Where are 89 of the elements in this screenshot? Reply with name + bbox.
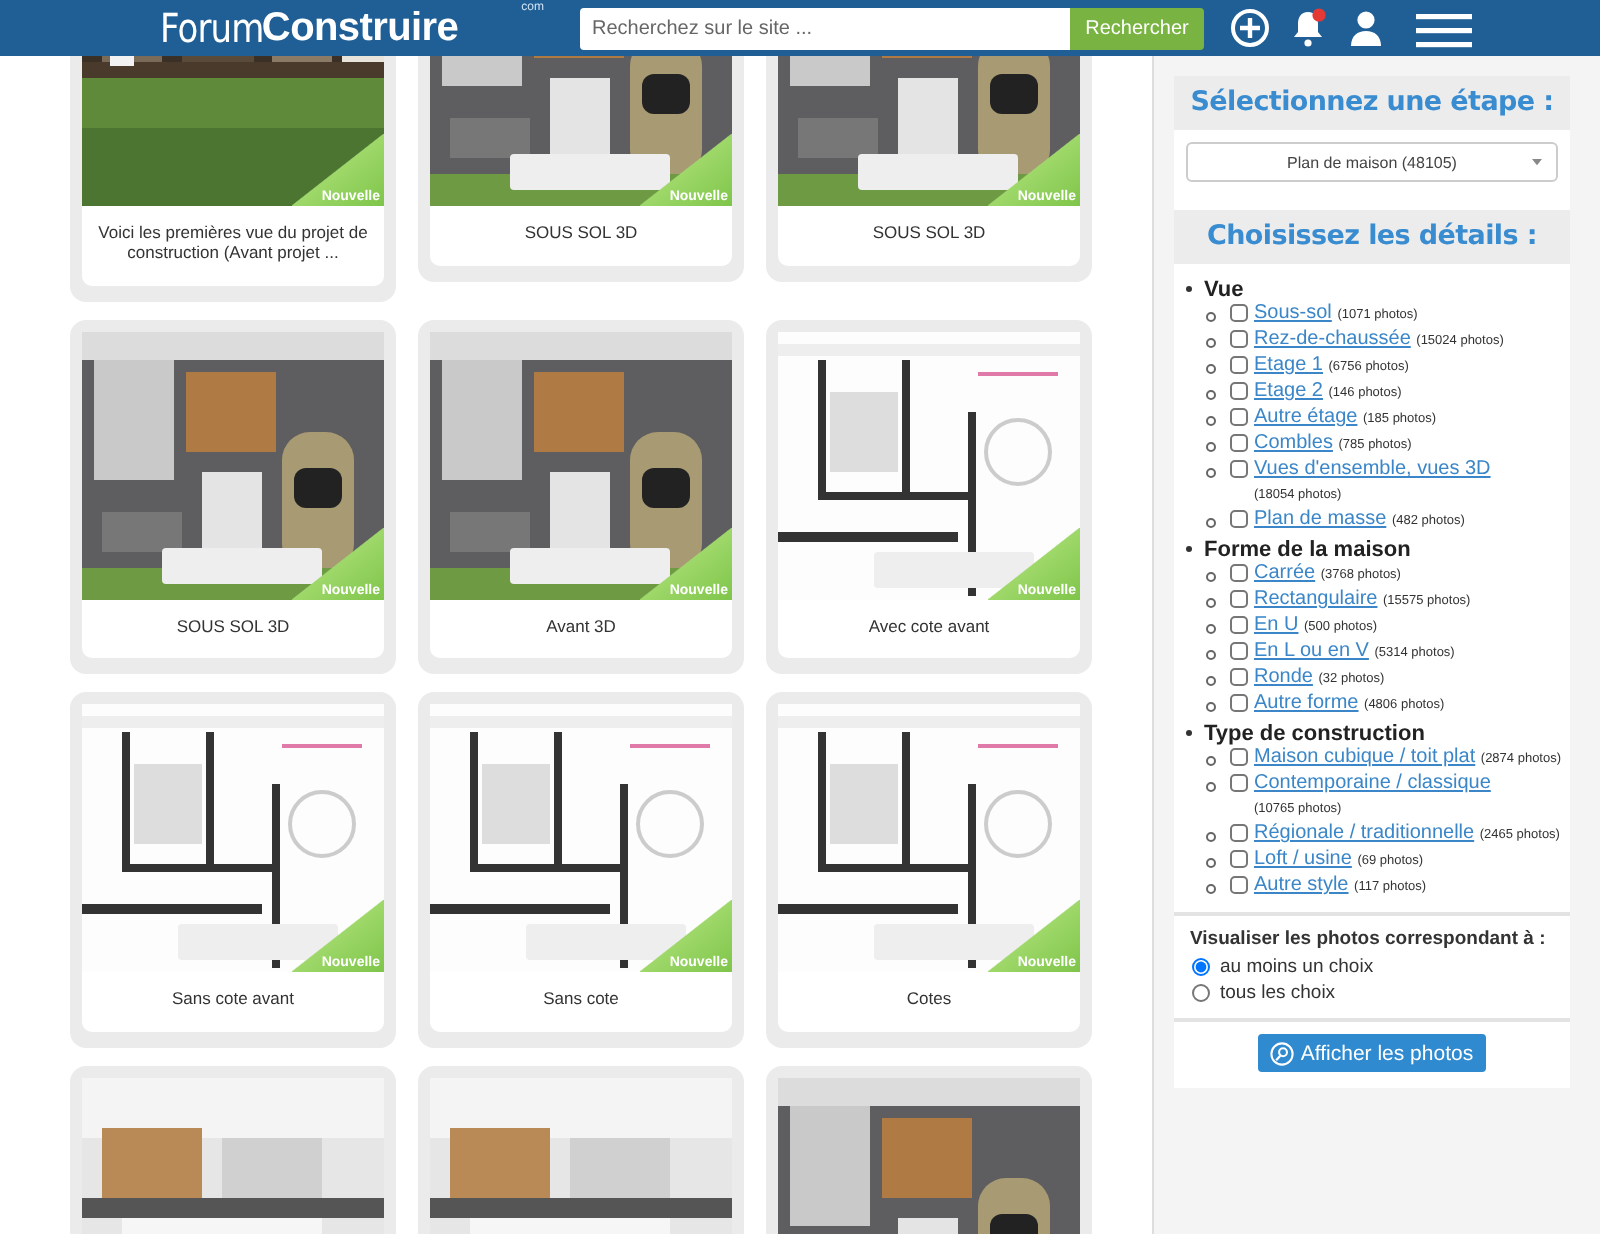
bullet-icon xyxy=(1186,546,1192,552)
photo-caption: Avant 3D xyxy=(430,599,732,659)
bullet-icon xyxy=(1206,572,1216,582)
radio-label: tous les choix xyxy=(1220,982,1336,1004)
filter-link[interactable]: Autre forme xyxy=(1254,692,1359,714)
photo-caption: Avec cote avant xyxy=(778,599,1080,659)
checkbox[interactable] xyxy=(1230,330,1248,348)
filter-link[interactable]: Vues d'ensemble, vues 3D xyxy=(1254,458,1491,480)
bullet-icon xyxy=(1206,702,1216,712)
bullet-icon xyxy=(1206,442,1216,452)
bullet-icon xyxy=(1206,756,1216,766)
checkbox[interactable] xyxy=(1230,642,1248,660)
photo-caption: SOUS SOL 3D xyxy=(778,206,1080,266)
radio-button[interactable] xyxy=(1192,958,1210,976)
filter-link[interactable]: En U xyxy=(1254,614,1299,636)
section-heading: Sélectionnez une étape : xyxy=(1174,76,1570,130)
photo-caption: Sans cote xyxy=(430,972,732,1033)
radio-label: au moins un choix xyxy=(1220,956,1374,978)
bullet-icon xyxy=(1206,650,1216,660)
filter-link[interactable]: Rectangulaire xyxy=(1254,588,1378,610)
photo-caption: Voici les premières vue du projet de construction (Avant projet ... xyxy=(82,206,384,286)
filter-link[interactable]: Contemporaine / classique xyxy=(1254,772,1491,794)
bullet-icon xyxy=(1186,286,1192,292)
filter-link[interactable]: Carrée xyxy=(1254,562,1316,584)
checkbox[interactable] xyxy=(1230,382,1248,400)
checkbox[interactable] xyxy=(1230,824,1248,842)
filter-link[interactable]: Plan de masse xyxy=(1254,508,1387,530)
checkbox[interactable] xyxy=(1230,356,1248,374)
filter-link[interactable]: Etage 1 xyxy=(1254,354,1323,376)
filter-link[interactable]: Etage 2 xyxy=(1254,380,1323,402)
search-icon xyxy=(1270,1041,1295,1065)
filter-link[interactable]: Ronde xyxy=(1254,666,1313,688)
filter-link[interactable]: En L ou en V xyxy=(1254,640,1369,662)
photo-caption: SOUS SOL 3D xyxy=(82,599,384,659)
search-field[interactable]: Recherchez sur le site ... xyxy=(580,7,1070,49)
show-photos-button[interactable]: Afficher les photos xyxy=(1258,1034,1486,1072)
bullet-icon xyxy=(1206,468,1216,478)
bullet-icon xyxy=(1206,518,1216,528)
caret-icon xyxy=(1532,158,1542,166)
checkbox[interactable] xyxy=(1230,748,1248,766)
filter-link[interactable]: Autre étage xyxy=(1254,406,1358,428)
bullet-icon xyxy=(1206,832,1216,842)
checkbox[interactable] xyxy=(1230,668,1248,686)
filter-link[interactable]: Autre style xyxy=(1254,874,1349,896)
bullet-icon xyxy=(1206,858,1216,868)
photo-caption: Sans cote avant xyxy=(82,972,384,1033)
bullet-icon xyxy=(1206,676,1216,686)
bullet-icon xyxy=(1206,416,1216,426)
filter-link[interactable]: Sous-sol xyxy=(1254,302,1332,324)
radio-button[interactable] xyxy=(1192,984,1210,1002)
checkbox[interactable] xyxy=(1230,510,1248,528)
menu-icon[interactable] xyxy=(1416,9,1472,47)
checkbox[interactable] xyxy=(1230,850,1248,868)
match-label: Visualiser les photos correspondant à : xyxy=(1188,928,1548,950)
step-dropdown[interactable]: Plan de maison (48105) xyxy=(1186,142,1558,182)
search-button[interactable]: Rechercher xyxy=(1070,7,1204,49)
bullet-icon xyxy=(1206,338,1216,348)
group-label: Vue xyxy=(1204,277,1244,301)
checkbox[interactable] xyxy=(1230,590,1248,608)
filter-link[interactable]: Régionale / traditionnelle xyxy=(1254,822,1475,844)
bullet-icon xyxy=(1206,624,1216,634)
checkbox[interactable] xyxy=(1230,434,1248,452)
checkbox[interactable] xyxy=(1230,774,1248,792)
photo-caption: Cotes xyxy=(778,972,1080,1033)
filter-link[interactable]: Rez-de-chaussée xyxy=(1254,328,1411,350)
bullet-icon xyxy=(1206,782,1216,792)
bullet-icon xyxy=(1206,390,1216,400)
checkbox[interactable] xyxy=(1230,616,1248,634)
section-heading: Choisissez les détails : xyxy=(1174,210,1570,264)
checkbox[interactable] xyxy=(1230,460,1248,478)
checkbox[interactable] xyxy=(1230,876,1248,894)
bullet-icon xyxy=(1206,312,1216,322)
checkbox[interactable] xyxy=(1230,408,1248,426)
checkbox[interactable] xyxy=(1230,564,1248,582)
group-label: Type de construction xyxy=(1204,721,1425,745)
filter-link[interactable]: Combles xyxy=(1254,432,1333,454)
group-label: Forme de la maison xyxy=(1204,537,1411,561)
photo-caption: SOUS SOL 3D xyxy=(430,206,732,266)
filter-link[interactable]: Loft / usine xyxy=(1254,848,1352,870)
bullet-icon xyxy=(1186,730,1192,736)
bullet-icon xyxy=(1206,364,1216,374)
bullet-icon xyxy=(1206,598,1216,608)
add-icon[interactable] xyxy=(1230,8,1270,48)
bullet-icon xyxy=(1206,884,1216,894)
filter-link[interactable]: Maison cubique / toit plat xyxy=(1254,746,1476,768)
notification-bell-icon[interactable] xyxy=(1288,8,1328,48)
checkbox[interactable] xyxy=(1230,304,1248,322)
checkbox[interactable] xyxy=(1230,694,1248,712)
user-icon[interactable] xyxy=(1346,8,1386,48)
